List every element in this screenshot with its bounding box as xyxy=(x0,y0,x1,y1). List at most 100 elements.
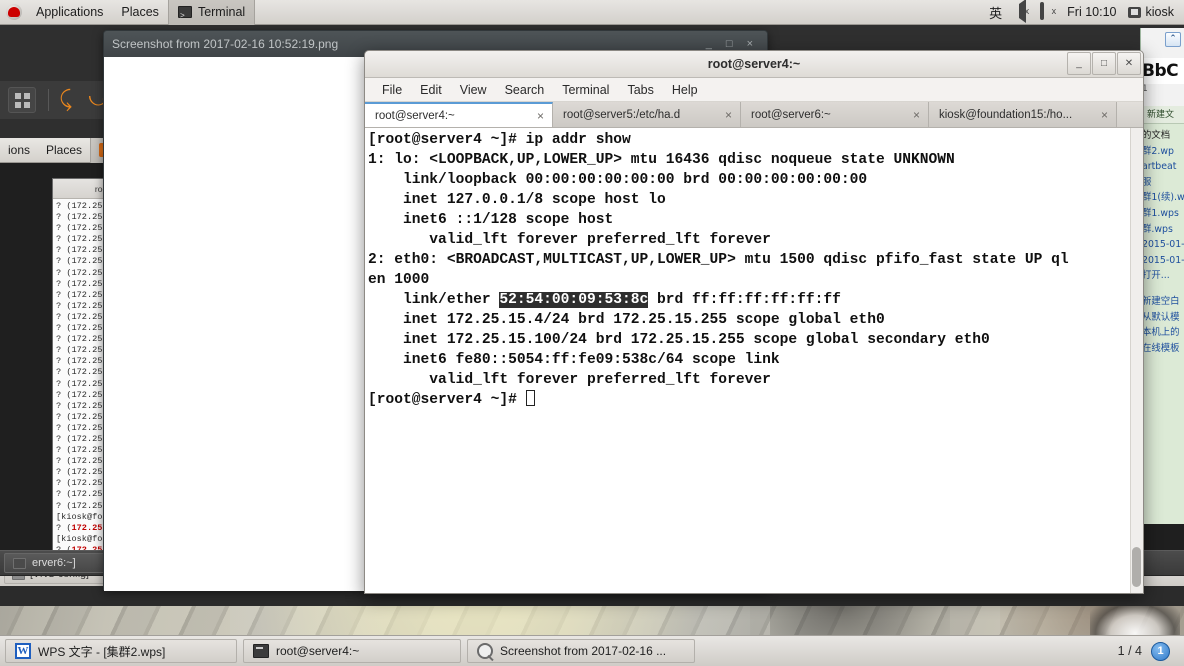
active-window-label: Terminal xyxy=(197,4,246,19)
wps-list-item[interactable]: 群1(续).w xyxy=(1142,190,1184,206)
terminal-title-label: root@server4:~ xyxy=(707,57,801,71)
screenshot-icon xyxy=(477,643,493,659)
terminal-icon xyxy=(177,4,192,29)
window-controls: _ □ ✕ xyxy=(1066,52,1141,75)
tab-root-server5[interactable]: root@server5:/etc/ha.d × xyxy=(553,102,741,127)
terminal-line: 2: eth0: <BROADCAST,MULTICAST,UP,LOWER_U… xyxy=(368,252,1069,268)
wps-list-item[interactable]: 打开... xyxy=(1142,268,1184,284)
wps-list-item[interactable]: 新建空白 xyxy=(1142,294,1184,310)
wps-icon: W xyxy=(15,643,31,659)
wps-office-window: ⌃ BbC A 1 新建文 的文档 群2.wp artbeat服 群1(续).w… xyxy=(1140,28,1184,524)
menu-view[interactable]: View xyxy=(451,78,496,102)
wps-list-item[interactable]: 从默认模 xyxy=(1142,310,1184,326)
tab-label: root@server4:~ xyxy=(375,109,455,122)
applications-menu[interactable]: Applications xyxy=(27,0,112,25)
maximize-button[interactable]: □ xyxy=(1092,52,1116,75)
terminal-tabbar: root@server4:~ × root@server5:/etc/ha.d … xyxy=(365,102,1143,128)
minimize-button[interactable]: _ xyxy=(1067,52,1091,75)
wps-list-item[interactable]: 群2.wp xyxy=(1142,144,1184,160)
scroll-up-icon[interactable]: ⌃ xyxy=(1165,32,1181,47)
terminal-line: inet 127.0.0.1/8 scope host lo xyxy=(368,192,666,208)
wps-list-item[interactable]: 本机上的 xyxy=(1142,325,1184,341)
terminal-output: [root@server4 ~]# ip addr show 1: lo: <L… xyxy=(368,130,1143,410)
terminal-icon xyxy=(253,644,269,658)
workspace-indicator: 1 / 4 xyxy=(1117,644,1142,658)
taskbar-label: root@server4:~ xyxy=(276,644,360,658)
tab-kiosk-foundation15[interactable]: kiosk@foundation15:/ho... × xyxy=(929,102,1117,127)
gnome-bottom-panel: W WPS 文字 - [集群2.wps] root@server4:~ Scre… xyxy=(0,635,1184,666)
menu-search[interactable]: Search xyxy=(496,78,554,102)
wps-list-item[interactable]: 2015-01- xyxy=(1142,253,1184,269)
user-name: kiosk xyxy=(1145,5,1174,19)
wps-list-item[interactable]: 群.wps xyxy=(1142,222,1184,238)
terminal-scrollbar[interactable] xyxy=(1130,128,1143,593)
vnc-places-menu[interactable]: Places xyxy=(38,138,90,163)
wps-list-item[interactable]: artbeat服 xyxy=(1142,159,1184,190)
terminal-line: inet6 ::1/128 scope host xyxy=(368,212,614,228)
taskbar-item-screenshot[interactable]: Screenshot from 2017-02-16 ... xyxy=(467,639,695,663)
terminal-line-command: [root@server4 ~]# ip addr show xyxy=(368,132,631,148)
terminal-line: valid_lft forever preferred_lft forever xyxy=(368,232,771,248)
wps-list-item[interactable]: 在线模板 xyxy=(1142,341,1184,357)
menu-edit[interactable]: Edit xyxy=(411,78,451,102)
terminal-line: inet 172.25.15.4/24 brd 172.25.15.255 sc… xyxy=(368,312,885,328)
close-icon[interactable]: × xyxy=(725,108,732,122)
menu-help[interactable]: Help xyxy=(663,78,707,102)
desktop-root: ⤹ ⤻ ions Places TigerVNC Viewer root@ser… xyxy=(0,0,1184,666)
close-icon[interactable]: × xyxy=(1101,108,1108,122)
minimize-icon[interactable]: _ xyxy=(706,38,712,50)
arp-prefix: ? ( xyxy=(56,522,72,533)
menu-file[interactable]: File xyxy=(373,78,411,102)
undo-arrow-icon[interactable]: ⤹ xyxy=(59,89,72,111)
menu-tabs[interactable]: Tabs xyxy=(618,78,662,102)
wps-list-item[interactable]: 的文档 xyxy=(1142,128,1184,144)
active-window-button[interactable]: Terminal xyxy=(167,0,256,29)
scrollbar-thumb[interactable] xyxy=(1132,547,1141,587)
terminal-line-prefix: link/ether xyxy=(368,292,500,308)
terminal-line: inet6 fe80::5054:ff:fe09:538c/64 scope l… xyxy=(368,352,780,368)
places-menu[interactable]: Places xyxy=(112,0,168,25)
toolbar-separator xyxy=(48,89,49,111)
gnome-terminal-window: root@server4:~ _ □ ✕ File Edit View Sear… xyxy=(364,50,1144,594)
clock[interactable]: Fri 10:10 xyxy=(1067,5,1116,19)
maximize-icon[interactable]: □ xyxy=(726,38,733,50)
close-icon[interactable]: × xyxy=(747,38,753,50)
terminal-cursor xyxy=(525,390,535,406)
tab-label: root@server5:/etc/ha.d xyxy=(563,108,681,121)
selected-mac-address: 52:54:00:09:53:8c xyxy=(499,292,649,308)
taskbar-item-terminal[interactable]: root@server4:~ xyxy=(243,639,461,663)
tab-label: kiosk@foundation15:/ho... xyxy=(939,108,1073,121)
network-disconnected-icon[interactable]: x xyxy=(1040,2,1056,20)
taskbar-label: WPS 文字 - [集群2.wps] xyxy=(38,644,166,659)
terminal-titlebar[interactable]: root@server4:~ _ □ ✕ xyxy=(365,51,1143,78)
close-icon[interactable]: × xyxy=(537,109,544,123)
user-menu[interactable]: kiosk xyxy=(1127,5,1174,19)
terminal-menubar: File Edit View Search Terminal Tabs Help xyxy=(365,78,1143,102)
taskbar-item-wps[interactable]: W WPS 文字 - [集群2.wps] xyxy=(5,639,237,663)
user-icon xyxy=(1127,6,1141,18)
terminal-line: link/loopback 00:00:00:00:00:00 brd 00:0… xyxy=(368,172,868,188)
grid-view-icon[interactable] xyxy=(8,87,36,113)
terminal-line-suffix: brd ff:ff:ff:ff:ff:ff xyxy=(648,292,841,308)
wps-list-gap xyxy=(1142,284,1184,294)
wps-recent-list: 的文档 群2.wp artbeat服 群1(续).w 群1.wps 群.wps … xyxy=(1141,128,1184,356)
terminal-line: en 1000 xyxy=(368,272,430,288)
terminal-line: inet 172.25.15.100/24 brd 172.25.15.255 … xyxy=(368,332,990,348)
wps-list-item[interactable]: 群1.wps xyxy=(1142,206,1184,222)
tab-label: root@server6:~ xyxy=(751,108,831,121)
tab-root-server6[interactable]: root@server6:~ × xyxy=(741,102,929,127)
wps-font-preview: BbC A xyxy=(1141,58,1184,84)
wps-new-document-tab[interactable]: 新建文 xyxy=(1141,106,1184,124)
vnc-applications-menu[interactable]: ions xyxy=(0,138,38,163)
workspace-badge[interactable]: 1 xyxy=(1151,641,1170,661)
tab-root-server4[interactable]: root@server4:~ × xyxy=(365,102,553,127)
wps-list-item[interactable]: 2015-01- xyxy=(1142,237,1184,253)
close-icon[interactable]: × xyxy=(913,108,920,122)
volume-muted-icon[interactable]: x xyxy=(1013,0,1029,23)
input-method-indicator[interactable]: 英 xyxy=(989,3,1002,22)
menu-terminal[interactable]: Terminal xyxy=(553,78,618,102)
terminal-line: valid_lft forever preferred_lft forever xyxy=(368,372,771,388)
terminal-screen[interactable]: [root@server4 ~]# ip addr show 1: lo: <L… xyxy=(365,128,1143,593)
terminal-prompt: [root@server4 ~]# xyxy=(368,392,526,408)
close-button[interactable]: ✕ xyxy=(1117,52,1141,75)
